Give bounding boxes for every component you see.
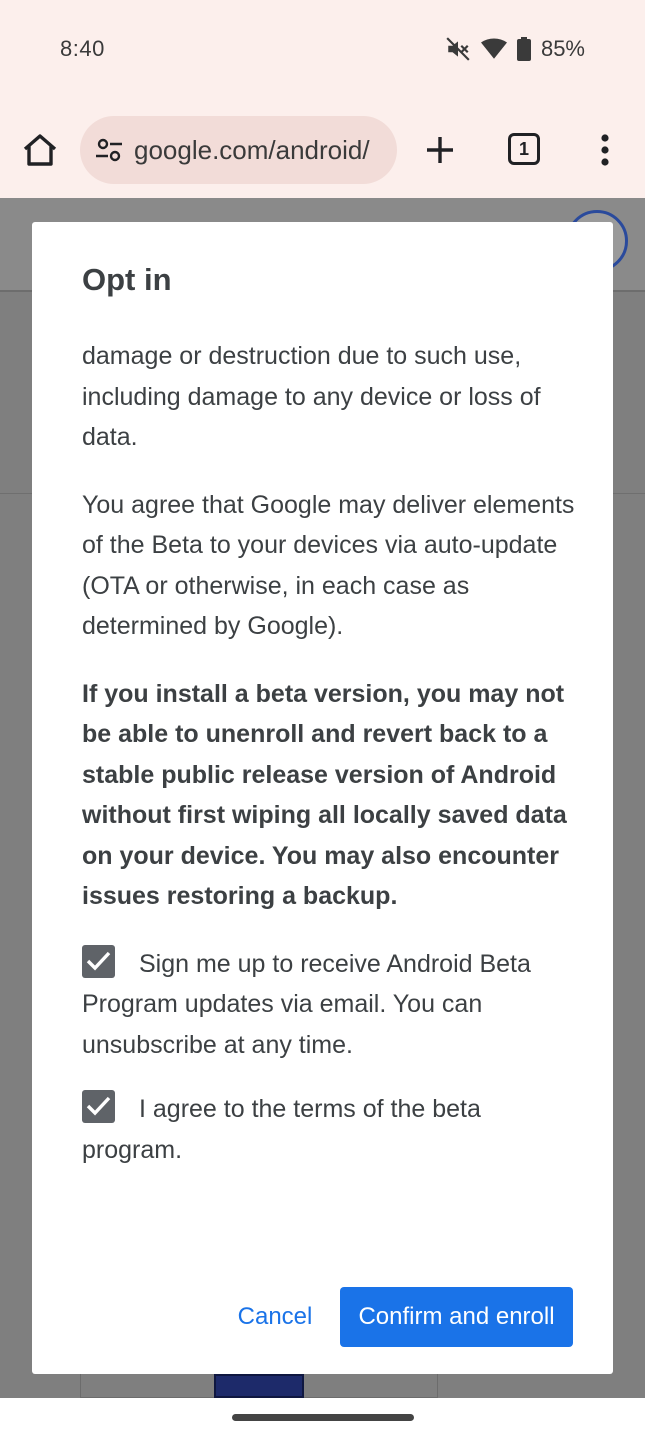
home-button[interactable] (20, 130, 60, 170)
tab-count: 1 (518, 138, 529, 159)
new-tab-icon (427, 137, 453, 163)
warning-paragraph: If you install a beta version, you may n… (82, 679, 567, 911)
navigation-bar (0, 1398, 645, 1440)
url-text[interactable]: google.com/android/ (134, 135, 370, 166)
mute-icon (445, 36, 471, 62)
battery-percent: 85% (540, 36, 585, 61)
terms-paragraph: You agree that Google may deliver elemen… (82, 490, 575, 641)
device-image (214, 1374, 304, 1398)
checkmark-icon (86, 1096, 111, 1116)
gesture-handle[interactable] (232, 1414, 414, 1421)
browser-toolbar: google.com/android/ 1 (0, 100, 645, 198)
dialog-body: damage or destruction due to such use, i… (82, 336, 577, 1194)
checkmark-icon (86, 951, 111, 970)
home-icon (23, 134, 57, 166)
overflow-menu-button[interactable] (590, 130, 620, 170)
agree-terms-checkbox[interactable] (82, 1090, 115, 1123)
agree-terms-option[interactable]: I agree to the terms of the beta program… (82, 1089, 577, 1170)
email-updates-label: Sign me up to receive Android Beta Progr… (82, 949, 531, 1059)
terms-paragraph: damage or destruction due to such use, i… (82, 342, 541, 451)
status-icons: 85% (445, 36, 585, 62)
site-settings-icon[interactable] (94, 135, 124, 165)
tab-switcher-icon[interactable]: 1 (508, 133, 540, 165)
status-bar: 8:40 85% (0, 0, 645, 100)
email-updates-checkbox[interactable] (82, 944, 115, 978)
status-time: 8:40 (60, 36, 105, 61)
address-bar[interactable]: google.com/android/ (80, 116, 397, 184)
email-updates-option[interactable]: Sign me up to receive Android Beta Progr… (82, 944, 577, 1066)
confirm-and-enroll-button[interactable]: Confirm and enroll (340, 1287, 573, 1347)
wifi-icon (480, 38, 507, 60)
new-tab-button[interactable] (420, 130, 460, 170)
overflow-menu-icon (601, 134, 609, 166)
dialog-title: Opt in (82, 262, 172, 297)
battery-icon (516, 37, 531, 61)
agree-terms-label: I agree to the terms of the beta program… (82, 1095, 481, 1164)
opt-in-dialog: Opt in damage or destruction due to such… (32, 222, 613, 1374)
cancel-button[interactable]: Cancel (227, 1288, 323, 1346)
